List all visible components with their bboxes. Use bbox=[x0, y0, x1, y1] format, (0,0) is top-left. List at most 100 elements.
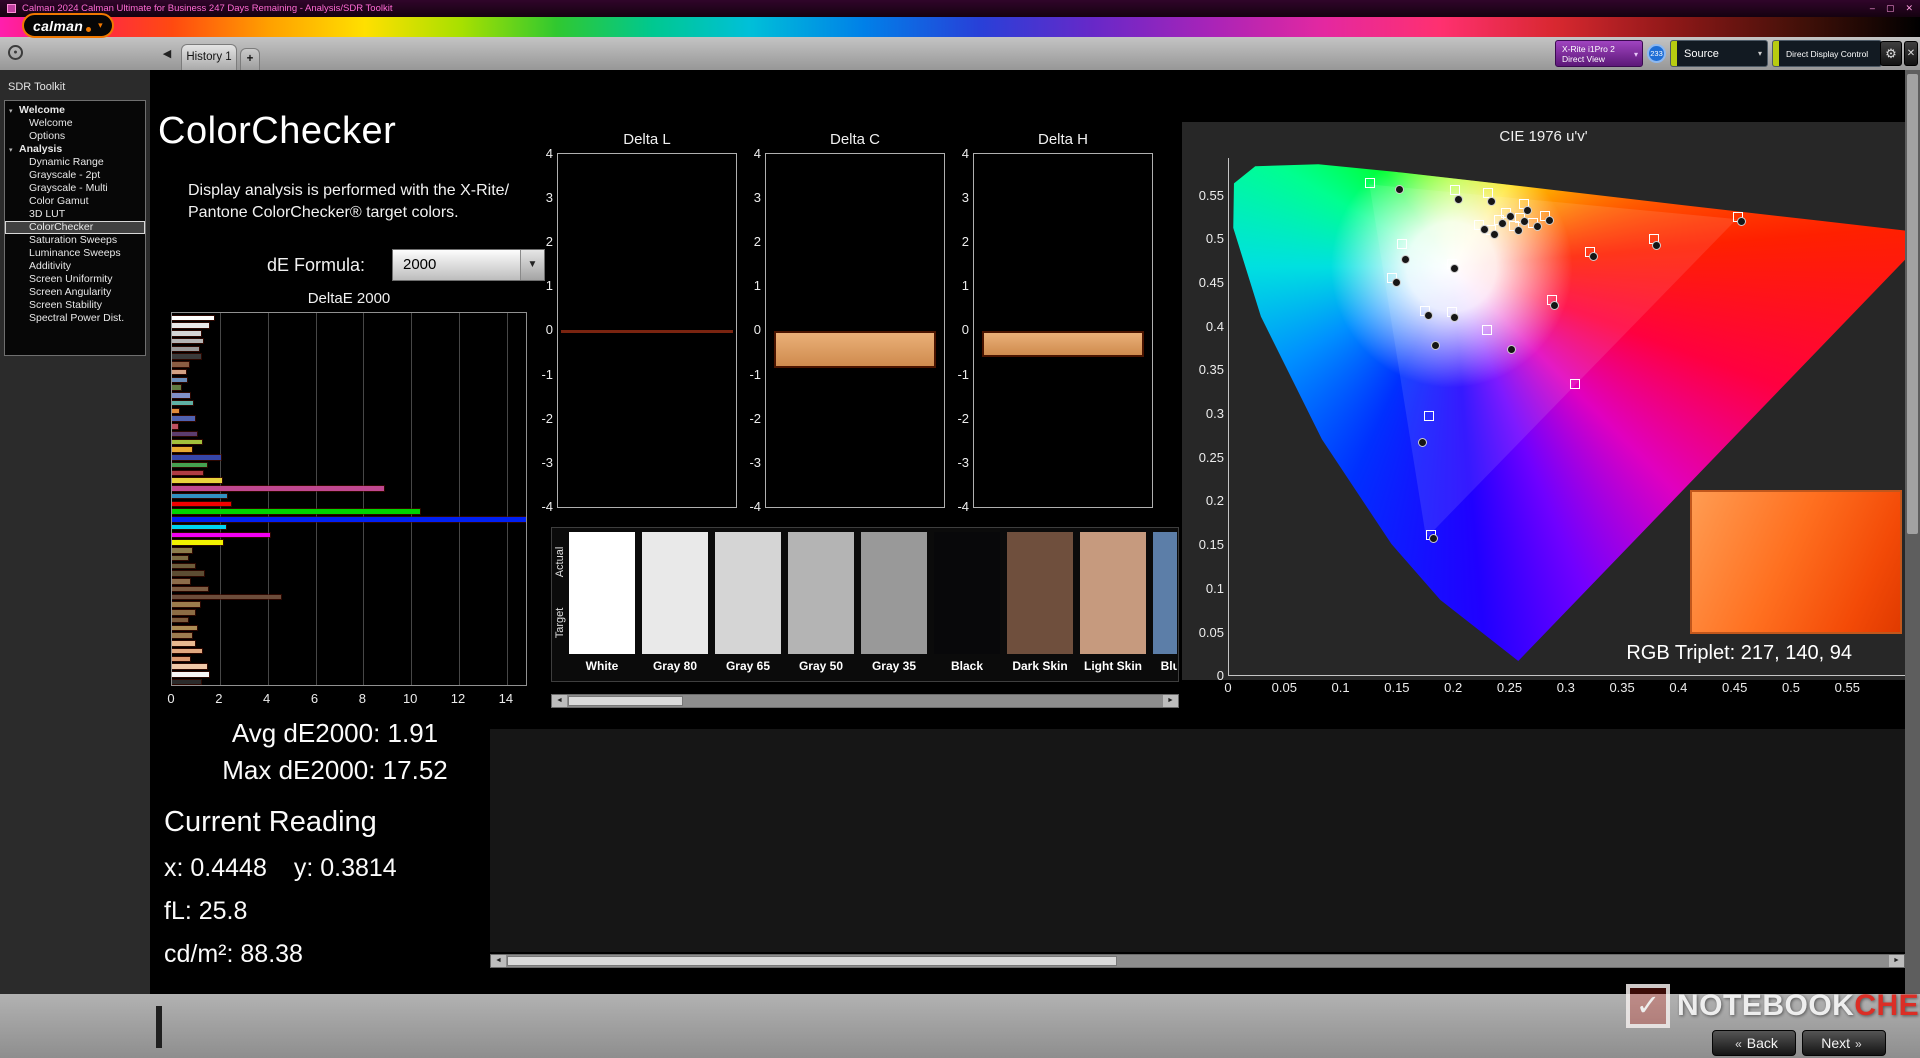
patch-name: Dark Skin bbox=[1007, 659, 1073, 673]
sidebar-collapse-button[interactable]: ◀ bbox=[159, 44, 175, 64]
deltae-bar bbox=[172, 533, 270, 538]
sidebar-item-options[interactable]: Options bbox=[5, 130, 145, 143]
sidebar-item-luminance-sweeps[interactable]: Luminance Sweeps bbox=[5, 247, 145, 260]
scroll-left-icon[interactable]: ◄ bbox=[552, 695, 567, 707]
notebookcheck-check-icon: ✓ bbox=[1626, 984, 1670, 1028]
deltae-bar bbox=[172, 486, 384, 491]
deltae-bar-row bbox=[172, 616, 526, 624]
meter-selector-button[interactable]: X-Rite i1Pro 2 Direct View ▾ bbox=[1555, 40, 1643, 67]
bottom-swatch-bar bbox=[156, 1006, 162, 1048]
app-icon bbox=[7, 4, 16, 13]
scroll-right-icon[interactable]: ► bbox=[1163, 695, 1178, 707]
source-selector-button[interactable]: Source ▾ bbox=[1670, 40, 1768, 67]
patch-strip-scrollbar[interactable]: ◄ ► bbox=[551, 694, 1179, 708]
sidebar-item-color-gamut[interactable]: Color Gamut bbox=[5, 195, 145, 208]
deltae-bar-row bbox=[172, 523, 526, 531]
sidebar-item-screen-angularity[interactable]: Screen Angularity bbox=[5, 286, 145, 299]
deltae-bar-row bbox=[172, 477, 526, 485]
cie-chart-panel: CIE 1976 u'v' 0.550.50.450.40.350.30.250… bbox=[1182, 122, 1905, 680]
cie-measured-marker bbox=[1498, 219, 1507, 228]
deltae-bar bbox=[172, 672, 209, 677]
tree-collapse-icon: ▾ bbox=[9, 144, 19, 156]
patch-color bbox=[642, 532, 708, 654]
cie-measured-marker bbox=[1487, 197, 1496, 206]
table-scrollbar[interactable]: ◄ ► bbox=[490, 954, 1905, 968]
deltae-bar bbox=[172, 610, 195, 615]
delta-l-ylabels: 43210-1-2-3-4 bbox=[531, 153, 557, 508]
cie-target-marker bbox=[1424, 411, 1434, 421]
sidebar-title: SDR Toolkit bbox=[8, 81, 65, 93]
colorchecker-patch-white: White bbox=[569, 532, 635, 673]
sidebar-item-dynamic-range[interactable]: Dynamic Range bbox=[5, 156, 145, 169]
sidebar-item-screen-stability[interactable]: Screen Stability bbox=[5, 299, 145, 312]
deltae-chart-title: DeltaE 2000 bbox=[171, 290, 527, 307]
deltae-bar-row bbox=[172, 609, 526, 617]
sidebar-item-welcome[interactable]: ▾Welcome bbox=[5, 104, 145, 117]
colorchecker-patch-gray-65: Gray 65 bbox=[715, 532, 781, 673]
deltae-plot bbox=[171, 312, 527, 686]
deltae-bar bbox=[172, 494, 227, 499]
display-control-button[interactable]: Direct Display Control bbox=[1772, 40, 1882, 67]
tab-add-button[interactable]: + bbox=[240, 48, 260, 70]
window-maximize-button[interactable]: ▢ bbox=[1886, 3, 1895, 14]
scrollbar-thumb[interactable] bbox=[568, 696, 683, 706]
cie-target-marker bbox=[1397, 239, 1407, 249]
de-formula-dropdown[interactable]: 2000 ▼ bbox=[392, 249, 545, 281]
colorchecker-patch-light-skin: Light Skin bbox=[1080, 532, 1146, 673]
current-reading-title: Current Reading bbox=[164, 806, 397, 839]
sidebar-item-welcome[interactable]: Welcome bbox=[5, 117, 145, 130]
deltae-bar-row bbox=[172, 423, 526, 431]
settings-button[interactable]: ⚙ bbox=[1880, 41, 1902, 66]
current-reading-block: Current Reading x: 0.4448 y: 0.3814 fL: … bbox=[164, 806, 397, 983]
main-vertical-scrollbar[interactable] bbox=[1905, 70, 1920, 994]
colorchecker-patch-gray-80: Gray 80 bbox=[642, 532, 708, 673]
deltae-bar bbox=[172, 649, 202, 654]
rgb-triplet-label: RGB Triplet: 217, 140, 94 bbox=[1626, 642, 1852, 665]
window-minimize-button[interactable]: – bbox=[1870, 3, 1875, 14]
delta-c-plot bbox=[765, 153, 945, 508]
cie-measured-marker bbox=[1431, 341, 1440, 350]
avg-de2000: Avg dE2000: 1.91 bbox=[178, 715, 492, 752]
sidebar-item-grayscale-2pt[interactable]: Grayscale - 2pt bbox=[5, 169, 145, 182]
calman-logo-button[interactable]: calman ▾ bbox=[22, 13, 114, 38]
window-close-button[interactable]: ✕ bbox=[1905, 3, 1913, 14]
scroll-right-icon[interactable]: ► bbox=[1889, 955, 1904, 967]
calman-application-window: Calman 2024 Calman Ultimate for Business… bbox=[0, 0, 1920, 1058]
sidebar-item-additivity[interactable]: Additivity bbox=[5, 260, 145, 273]
cie-measured-marker bbox=[1533, 222, 1542, 231]
sidebar-item-screen-uniformity[interactable]: Screen Uniformity bbox=[5, 273, 145, 286]
deltae-bar-row bbox=[172, 632, 526, 640]
delta-c-bar bbox=[774, 331, 936, 368]
sidebar-item-colorchecker[interactable]: ColorChecker bbox=[5, 221, 145, 234]
sidebar-item-analysis[interactable]: ▾Analysis bbox=[5, 143, 145, 156]
sidebar-item-spectral-power-dist[interactable]: Spectral Power Dist. bbox=[5, 312, 145, 325]
tree-collapse-icon: ▾ bbox=[9, 105, 19, 117]
deltae-bar bbox=[172, 432, 197, 437]
patch-preview-strip: Actual Target WhiteGray 80Gray 65Gray 50… bbox=[551, 527, 1179, 682]
patch-name: Blue Sky bbox=[1153, 659, 1177, 673]
tab-history-1[interactable]: History 1 bbox=[181, 44, 237, 70]
scrollbar-thumb[interactable] bbox=[1907, 74, 1918, 534]
sidebar-item-3d-lut[interactable]: 3D LUT bbox=[5, 208, 145, 221]
target-axis-label: Target bbox=[554, 588, 566, 658]
sidebar-item-grayscale-multi[interactable]: Grayscale - Multi bbox=[5, 182, 145, 195]
panel-toggle-icon[interactable]: ● bbox=[8, 45, 23, 60]
next-button[interactable]: Next» bbox=[1802, 1030, 1886, 1056]
cie-measured-marker bbox=[1490, 230, 1499, 239]
back-button[interactable]: «Back bbox=[1712, 1030, 1796, 1056]
deltae-bar bbox=[172, 579, 190, 584]
patch-color bbox=[1007, 532, 1073, 654]
gear-icon: ⚙ bbox=[1885, 46, 1897, 61]
cie-zoom-inset bbox=[1690, 490, 1902, 634]
cie-measured-marker bbox=[1450, 313, 1459, 322]
patch-name: Light Skin bbox=[1080, 659, 1146, 673]
sidebar-item-saturation-sweeps[interactable]: Saturation Sweeps bbox=[5, 234, 145, 247]
deltae-bar bbox=[172, 455, 221, 460]
scrollbar-thumb[interactable] bbox=[507, 956, 1117, 966]
scroll-left-icon[interactable]: ◄ bbox=[491, 955, 506, 967]
deltae-bar-row bbox=[172, 361, 526, 369]
deltae-bar-row bbox=[172, 640, 526, 648]
toolbar-close-button[interactable]: ✕ bbox=[1904, 41, 1918, 66]
deltae-bar bbox=[172, 471, 203, 476]
swatch-strip-row: WhiteGray 80Gray 65Gray 50Gray 35BlackDa… bbox=[569, 532, 1177, 680]
